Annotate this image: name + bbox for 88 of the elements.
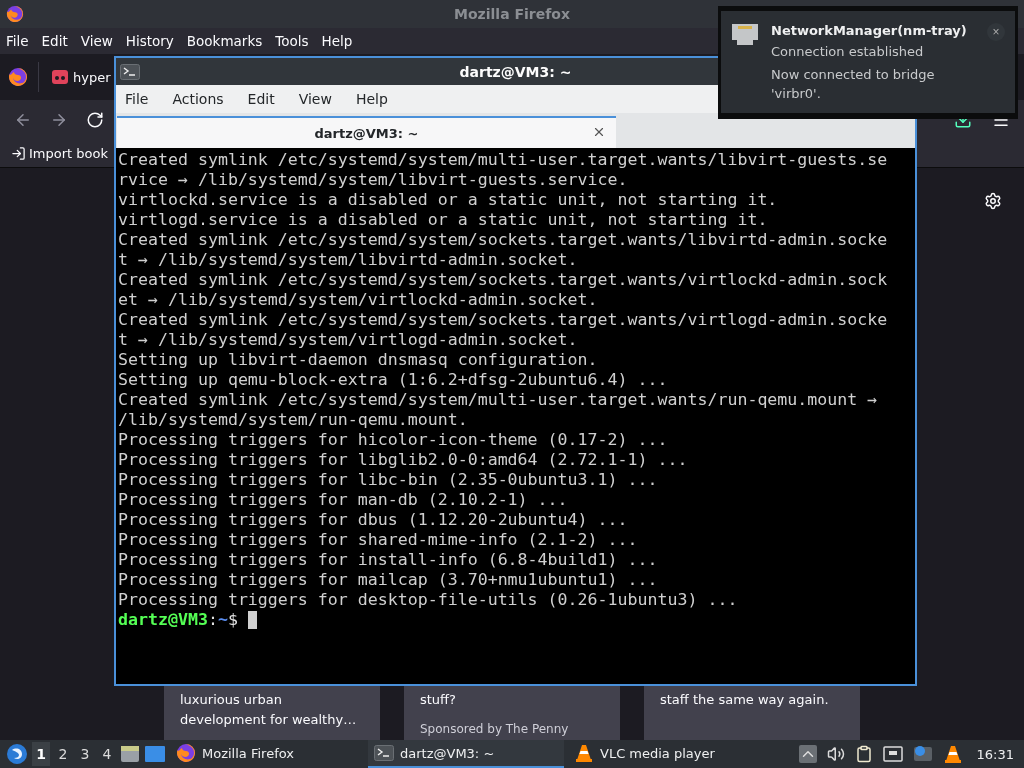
menu-item[interactable]: Help	[355, 91, 388, 107]
reload-icon[interactable]	[86, 111, 104, 129]
menu-item[interactable]: Edit	[41, 33, 68, 49]
terminal-line: Setting up qemu-block-extra (1:6.2+dfsg-2ubuntu6.4) ...	[118, 370, 669, 390]
taskbar-task[interactable]: VLC media player	[568, 740, 746, 768]
import-icon	[11, 146, 26, 161]
forward-icon[interactable]	[50, 111, 68, 129]
firefox-logo-icon[interactable]	[6, 5, 24, 23]
clipboard-icon[interactable]	[854, 745, 873, 763]
workspace-button[interactable]: 1	[32, 742, 50, 766]
terminal-line: Processing triggers for libc-bin (2.35-0ubuntu3.1) ...	[118, 470, 659, 490]
tray-expand-icon[interactable]	[798, 745, 817, 763]
terminal-line: Created symlink /etc/systemd/system/multi-user.target.wants/run-qemu.mount →	[118, 390, 879, 410]
terminal-line: Created symlink /etc/systemd/system/multi-user.target.wants/libvirt-guests.se	[118, 150, 889, 170]
menu-item[interactable]: Help	[321, 33, 353, 49]
desktop-icon[interactable]	[144, 744, 166, 764]
terminal-icon[interactable]	[374, 745, 394, 761]
bookmark-item[interactable]: Import book	[11, 146, 108, 161]
terminal-line: Processing triggers for man-db (2.10.2-1) ...	[118, 490, 569, 510]
terminal-line: Setting up libvirt-daemon dnsmasq configuration.	[118, 350, 599, 370]
terminal-line: t → /lib/systemd/system/libvirtd-admin.socket.	[118, 250, 579, 270]
workspace-button[interactable]: 4	[98, 742, 116, 766]
back-icon[interactable]	[14, 111, 32, 129]
folder-icon[interactable]	[120, 744, 140, 764]
traffic-cone-icon[interactable]	[574, 743, 594, 763]
card-text: luxurious urban	[180, 691, 283, 709]
story-card[interactable]: luxurious urban development for wealthy…	[164, 686, 380, 740]
story-card[interactable]: stuff? Sponsored by The Penny	[404, 686, 620, 740]
prompt-symbol: $	[227, 610, 238, 630]
taskbar-task[interactable]: Mozilla Firefox	[170, 740, 320, 768]
clock: 16:31	[975, 746, 1015, 762]
terminal-line: Created symlink /etc/systemd/system/sockets.target.wants/libvirtd-admin.socke	[118, 230, 889, 250]
menu-item[interactable]: View	[298, 91, 332, 107]
notification-title: NetworkManager(nm-tray)	[771, 23, 968, 38]
browser-tab[interactable]: hyper	[49, 65, 111, 89]
terminal-line: /lib/systemd/system/run-qemu.mount.	[118, 410, 469, 430]
menu-item[interactable]: Edit	[247, 91, 275, 107]
menu-item[interactable]: Bookmarks	[186, 33, 263, 49]
close-icon[interactable]	[592, 125, 606, 139]
firefox-view-icon[interactable]	[8, 67, 28, 87]
terminal-line: Processing triggers for install-info (6.8-4build1) ...	[118, 550, 659, 570]
terminal-line: Processing triggers for mailcap (3.70+nmu1ubuntu1) ...	[118, 570, 659, 590]
menu-item[interactable]: Tools	[275, 33, 309, 49]
terminal-line: virtlogd.service is a disabled or a static unit, not starting it.	[118, 210, 769, 230]
ethernet-port-icon	[731, 23, 759, 47]
terminal-line: rvice → /lib/systemd/system/libvirt-guests.service.	[118, 170, 629, 190]
card-text: staff the same way again.	[660, 691, 830, 709]
window-title: dartz@VM3: ~	[459, 63, 572, 80]
start-menu-icon[interactable]	[6, 743, 28, 765]
menu-item[interactable]: Actions	[172, 91, 224, 107]
menu-item[interactable]: File	[125, 91, 149, 107]
menu-item[interactable]: History	[125, 33, 174, 49]
story-card[interactable]: staff the same way again.	[644, 686, 860, 740]
window-title: Mozilla Firefox	[454, 6, 570, 22]
terminal-line: Processing triggers for dbus (1.12.20-2ubuntu4) ...	[118, 510, 629, 530]
notification-icon[interactable]	[912, 745, 933, 763]
terminal-tab[interactable]: dartz@VM3: ~	[117, 116, 616, 148]
terminal-line: Processing triggers for libglib2.0-0:amd64 (2.72.1-1) ...	[118, 450, 689, 470]
menu-item[interactable]: View	[80, 33, 113, 49]
workspace-button[interactable]: 3	[76, 742, 94, 766]
text-cursor	[247, 611, 257, 629]
prompt-user: dartz@VM3	[118, 610, 208, 630]
settings-icon[interactable]	[984, 192, 1002, 210]
terminal-line: Created symlink /etc/systemd/system/sockets.target.wants/virtlogd-admin.socke	[118, 310, 889, 330]
firefox-icon[interactable]	[176, 743, 196, 763]
notification-summary: Connection established	[771, 43, 925, 61]
terminal-line: virtlockd.service is a disabled or a static unit, not starting it.	[118, 190, 779, 210]
card-text: development for wealthy…	[180, 711, 358, 729]
terminal-line: t → /lib/systemd/system/virtlogd-admin.socket.	[118, 330, 579, 350]
prompt-path: ~	[217, 610, 228, 630]
card-text: stuff?	[420, 691, 457, 709]
close-button[interactable]: ×	[987, 23, 1005, 41]
controller-icon	[51, 69, 69, 85]
terminal-line: Processing triggers for desktop-file-utils (0.26-1ubuntu3) ...	[118, 590, 739, 610]
prompt-separator: :	[207, 610, 218, 630]
volume-icon[interactable]	[826, 745, 845, 763]
menu-item[interactable]: File	[6, 33, 29, 49]
terminal-line: Processing triggers for hicolor-icon-theme (0.17-2) ...	[118, 430, 669, 450]
workspace-button[interactable]: 2	[54, 742, 72, 766]
terminal-line: Processing triggers for shared-mime-info (2.1-2) ...	[118, 530, 639, 550]
traffic-cone-icon[interactable]	[942, 744, 963, 764]
sponsor-text: Sponsored by The Penny	[420, 722, 570, 736]
notification-body: Now connected to bridge 'virbr0'.	[771, 66, 936, 103]
terminal-line: Created symlink /etc/systemd/system/sockets.target.wants/virtlockd-admin.sock	[118, 270, 889, 290]
terminal-line: et → /lib/systemd/system/virtlockd-admin.socket.	[118, 290, 599, 310]
taskbar-task[interactable]: dartz@VM3: ~	[368, 740, 564, 768]
network-icon[interactable]	[882, 745, 903, 763]
terminal-app-icon[interactable]	[120, 63, 140, 80]
